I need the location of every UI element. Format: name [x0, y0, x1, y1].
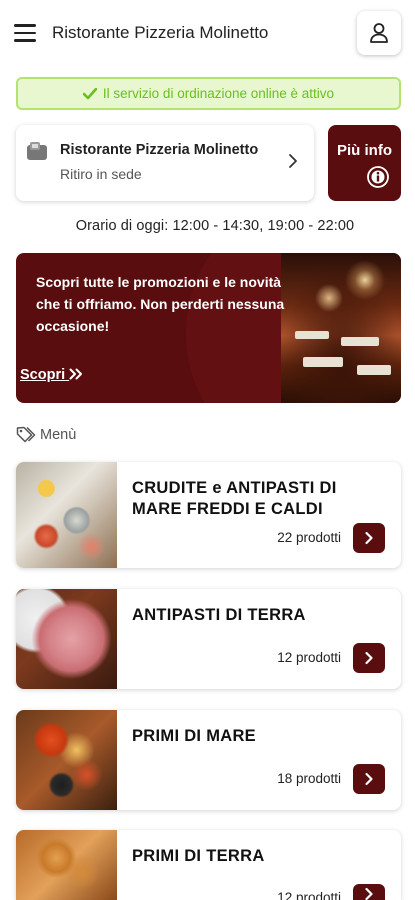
chevron-right-icon: [365, 651, 373, 665]
category-count: 22 prodotti: [277, 530, 341, 545]
category-count: 12 prodotti: [277, 890, 341, 900]
category-card-antipasti-terra[interactable]: ANTIPASTI DI TERRA 12 prodotti: [16, 589, 401, 689]
account-button[interactable]: [357, 11, 401, 55]
restaurant-photo: [281, 253, 401, 403]
status-text: Il servizio di ordinazione online è atti…: [102, 86, 335, 101]
double-chevron-right-icon: [69, 368, 83, 380]
chevron-right-icon: [365, 772, 373, 786]
category-count: 12 prodotti: [277, 650, 341, 665]
chevron-right-icon: [365, 887, 373, 900]
chevron-right-icon: [289, 154, 297, 168]
info-icon: [367, 166, 389, 188]
user-icon: [370, 23, 388, 43]
category-photo: [16, 710, 117, 810]
discover-link[interactable]: Scopri: [20, 367, 83, 383]
menu-label-text: Menù: [40, 427, 77, 443]
today-hours: Orario di oggi: 12:00 - 14:30, 19:00 - 2…: [75, 218, 355, 234]
tag-icon: [16, 426, 36, 443]
top-bar: Ristorante Pizzeria Molinetto: [0, 0, 415, 68]
category-title: PRIMI DI MARE: [132, 727, 256, 745]
category-card-primi-mare[interactable]: PRIMI DI MARE 18 prodotti: [16, 710, 401, 810]
chevron-right-icon: [365, 531, 373, 545]
more-info-button[interactable]: Più info: [328, 125, 401, 201]
menu-section-label: Menù: [16, 426, 76, 444]
menu-icon[interactable]: [14, 24, 36, 42]
check-icon: [82, 87, 97, 99]
category-title: PRIMI DI TERRA: [132, 847, 265, 865]
discover-link-label: Scopri: [20, 367, 66, 383]
category-open-button[interactable]: [353, 643, 385, 673]
store-selector[interactable]: Ristorante Pizzeria Molinetto Ritiro in …: [16, 125, 314, 201]
category-title: ANTIPASTI DI TERRA: [132, 606, 306, 624]
category-photo: [16, 830, 117, 900]
category-title: CRUDITE e ANTIPASTI DI MARE FREDDI E CAL…: [132, 479, 337, 518]
online-ordering-status: Il servizio di ordinazione online è atti…: [16, 77, 401, 110]
app-title: Ristorante Pizzeria Molinetto: [52, 23, 269, 42]
store-icon: [27, 142, 47, 160]
category-open-button[interactable]: [353, 884, 385, 900]
category-card-primi-terra[interactable]: PRIMI DI TERRA 12 prodotti: [16, 830, 401, 900]
category-photo: [16, 589, 117, 689]
order-mode: Ritiro in sede: [60, 166, 142, 182]
category-open-button[interactable]: [353, 523, 385, 553]
category-card-crudite[interactable]: CRUDITE e ANTIPASTI DI MARE FREDDI E CAL…: [16, 462, 401, 568]
promo-text: Scopri tutte le promozioni e le novità c…: [36, 274, 285, 334]
category-open-button[interactable]: [353, 764, 385, 794]
store-name: Ristorante Pizzeria Molinetto: [60, 142, 259, 158]
category-count: 18 prodotti: [277, 771, 341, 786]
more-info-label: Più info: [337, 142, 392, 159]
category-photo: [16, 462, 117, 568]
